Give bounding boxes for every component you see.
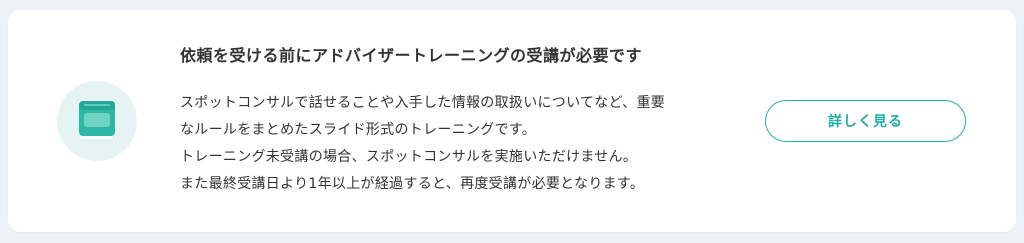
description-line: トレーニング未受講の場合、スポットコンサルを実施いただけません。 (180, 149, 638, 165)
view-details-button[interactable]: 詳しく見る (765, 100, 966, 142)
page-title: 依頼を受ける前にアドバイザートレーニングの受講が必要です (180, 46, 643, 65)
description: スポットコンサルで話せることや入手した情報の取扱いについてなど、重要 なルールを… (180, 90, 740, 198)
description-line: なルールをまとめたスライド形式のトレーニングです。 (180, 122, 537, 138)
training-notice-card: 依頼を受ける前にアドバイザートレーニングの受講が必要です スポットコンサルで話せ… (8, 10, 1016, 232)
description-line: スポットコンサルで話せることや入手した情報の取扱いについてなど、重要 (180, 95, 666, 111)
description-line: また最終受講日より1年以上が経過すると、再度受講が必要となります。 (180, 176, 645, 192)
book-icon (79, 101, 115, 141)
book-icon-badge (57, 81, 137, 161)
